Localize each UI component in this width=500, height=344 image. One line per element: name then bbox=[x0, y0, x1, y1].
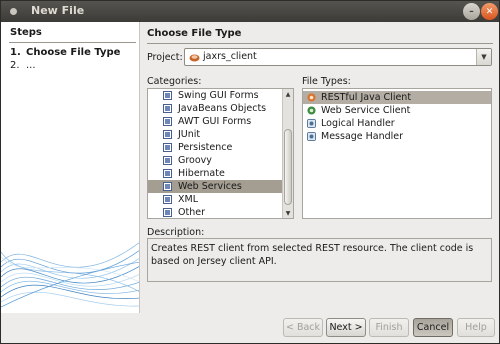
file-type-item-selected[interactable]: RESTful Java Client bbox=[303, 91, 491, 104]
cancel-button[interactable]: Cancel bbox=[413, 318, 453, 337]
folder-icon bbox=[163, 117, 172, 126]
close-button[interactable]: ✕ bbox=[481, 3, 498, 20]
step-label: ... bbox=[26, 60, 36, 71]
file-types-list[interactable]: RESTful Java Client Web Service Client L… bbox=[302, 88, 492, 219]
new-file-dialog: New File – ✕ Steps 1. Choose File Type 2.… bbox=[0, 0, 500, 344]
steps-divider bbox=[9, 42, 136, 43]
category-item[interactable]: Swing GUI Forms bbox=[148, 89, 282, 102]
categories-label: Categories: bbox=[147, 76, 202, 87]
file-type-item[interactable]: Message Handler bbox=[303, 130, 491, 143]
categories-scrollbar[interactable]: ▲ ▼ bbox=[282, 89, 293, 218]
finish-button[interactable]: Finish bbox=[369, 318, 409, 337]
window-title: New File bbox=[31, 4, 85, 17]
category-label: Hibernate bbox=[178, 168, 225, 179]
main-divider bbox=[147, 43, 493, 44]
step-number: 2. bbox=[10, 60, 20, 71]
description-text: Creates REST client from selected REST r… bbox=[147, 238, 492, 282]
category-label: JavaBeans Objects bbox=[178, 103, 267, 114]
file-type-label: Logical Handler bbox=[321, 118, 395, 129]
category-item[interactable]: Other bbox=[148, 206, 282, 218]
category-item[interactable]: XML bbox=[148, 193, 282, 206]
web-service-icon bbox=[307, 106, 316, 115]
file-type-label: Message Handler bbox=[321, 131, 404, 142]
file-type-label: RESTful Java Client bbox=[321, 92, 412, 103]
main-heading: Choose File Type bbox=[147, 28, 242, 39]
step-item-1: 1. Choose File Type bbox=[10, 47, 120, 58]
folder-icon bbox=[163, 156, 172, 165]
handler-icon bbox=[307, 132, 316, 141]
back-button[interactable]: < Back bbox=[283, 318, 323, 337]
project-label: Project: bbox=[147, 52, 183, 63]
folder-icon bbox=[163, 91, 172, 100]
wave-decoration bbox=[1, 242, 139, 308]
scroll-up-icon[interactable]: ▲ bbox=[283, 89, 293, 99]
folder-icon bbox=[163, 104, 172, 113]
scroll-down-icon[interactable]: ▼ bbox=[283, 208, 293, 218]
scrollbar-thumb[interactable] bbox=[284, 129, 292, 205]
minimize-button[interactable]: – bbox=[463, 3, 480, 20]
category-label: XML bbox=[178, 194, 198, 205]
category-label: AWT GUI Forms bbox=[178, 116, 252, 127]
title-bar[interactable]: New File – ✕ bbox=[1, 1, 499, 22]
chevron-down-icon[interactable]: ▼ bbox=[476, 49, 491, 65]
file-type-label: Web Service Client bbox=[321, 105, 411, 116]
project-select[interactable]: jaxrs_client ▼ bbox=[184, 48, 492, 66]
file-types-label: File Types: bbox=[302, 76, 351, 87]
category-item[interactable]: Hibernate bbox=[148, 167, 282, 180]
category-label: Other bbox=[178, 207, 205, 218]
window-menu-icon[interactable] bbox=[10, 8, 17, 15]
step-number: 1. bbox=[10, 47, 21, 58]
help-button[interactable]: Help bbox=[457, 318, 495, 337]
category-item[interactable]: JUnit bbox=[148, 128, 282, 141]
step-label: Choose File Type bbox=[26, 47, 121, 58]
category-label: Swing GUI Forms bbox=[178, 90, 259, 101]
folder-icon bbox=[163, 169, 172, 178]
category-item[interactable]: JavaBeans Objects bbox=[148, 102, 282, 115]
categories-list[interactable]: Swing GUI Forms JavaBeans Objects AWT GU… bbox=[147, 88, 294, 219]
steps-heading: Steps bbox=[10, 27, 42, 38]
next-button[interactable]: Next > bbox=[326, 318, 366, 337]
folder-icon bbox=[163, 208, 172, 217]
category-item-selected[interactable]: Web Services bbox=[148, 180, 282, 193]
folder-icon bbox=[163, 143, 172, 152]
category-item[interactable]: Groovy bbox=[148, 154, 282, 167]
rest-client-icon bbox=[307, 93, 316, 102]
category-label: JUnit bbox=[178, 129, 201, 140]
file-type-item[interactable]: Web Service Client bbox=[303, 104, 491, 117]
category-label: Groovy bbox=[178, 155, 212, 166]
steps-panel: Steps 1. Choose File Type 2.... bbox=[1, 22, 140, 313]
folder-icon bbox=[163, 182, 172, 191]
file-type-item[interactable]: Logical Handler bbox=[303, 117, 491, 130]
category-item[interactable]: Persistence bbox=[148, 141, 282, 154]
category-label: Web Services bbox=[178, 181, 242, 192]
folder-icon bbox=[163, 130, 172, 139]
category-label: Persistence bbox=[178, 142, 233, 153]
handler-icon bbox=[307, 119, 316, 128]
java-project-icon bbox=[189, 54, 200, 62]
folder-icon bbox=[163, 195, 172, 204]
project-value: jaxrs_client bbox=[203, 51, 257, 62]
description-label: Description: bbox=[147, 227, 205, 238]
step-item-2: 2.... bbox=[10, 60, 36, 71]
category-item[interactable]: AWT GUI Forms bbox=[148, 115, 282, 128]
